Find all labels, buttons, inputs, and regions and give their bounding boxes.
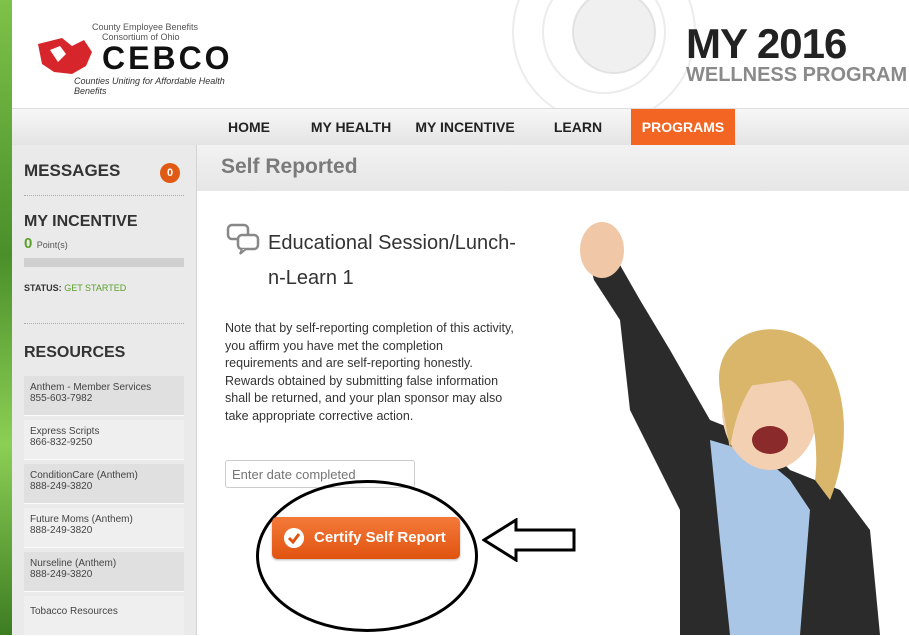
- nav-programs[interactable]: PROGRAMS: [631, 109, 735, 145]
- messages-count-badge[interactable]: 0: [160, 163, 180, 183]
- resource-item[interactable]: Tobacco Resources: [24, 596, 184, 636]
- resource-name: Future Moms (Anthem): [30, 514, 133, 525]
- nav-home[interactable]: HOME: [214, 109, 284, 145]
- resource-item[interactable]: Nurseline (Anthem) 888-249-3820: [24, 552, 184, 592]
- resource-phone: 888-249-3820: [30, 481, 93, 492]
- resource-item[interactable]: Express Scripts 866-832-9250: [24, 420, 184, 460]
- divider: [24, 323, 184, 324]
- sidebar: MESSAGES 0 MY INCENTIVE 0 Point(s) STATU…: [12, 145, 197, 636]
- resource-phone: 888-249-3820: [30, 525, 93, 536]
- incentive-progress-bar: [24, 258, 184, 267]
- incentive-section: MY INCENTIVE 0 Point(s) STATUS: GET STAR…: [24, 213, 184, 293]
- resource-name: Nurseline (Anthem): [30, 558, 117, 569]
- resources-title: RESOURCES: [24, 344, 126, 361]
- logo-wordmark: CEBCO: [102, 40, 233, 76]
- activity-title: Educational Session/Lunch-n-Learn 1: [268, 232, 516, 289]
- points-label: Point(s): [36, 240, 68, 250]
- section-title: Self Reported: [221, 155, 358, 178]
- resource-item[interactable]: Anthem - Member Services 855-603-7982: [24, 376, 184, 416]
- status-value[interactable]: GET STARTED: [64, 283, 126, 293]
- nav-my-health[interactable]: MY HEALTH: [308, 109, 394, 145]
- divider: [24, 195, 184, 196]
- celebrating-woman-photo: [580, 222, 880, 635]
- self-report-disclaimer: Note that by self-reporting completion o…: [225, 321, 514, 423]
- org-line-1: County Employee Benefits: [92, 22, 199, 32]
- section-header: Self Reported: [197, 145, 909, 191]
- resources-section: RESOURCES: [24, 344, 184, 362]
- resource-phone: 855-603-7982: [30, 393, 93, 404]
- main-nav: HOME MY HEALTH MY INCENTIVE LEARN PROGRA…: [12, 108, 909, 146]
- nav-learn[interactable]: LEARN: [546, 109, 610, 145]
- chat-bubbles-icon: [226, 223, 260, 255]
- resource-phone: 888-249-3820: [30, 569, 93, 580]
- logo-tagline: Counties Uniting for Affordable Health B…: [74, 76, 225, 96]
- checkmark-icon: [284, 528, 304, 548]
- resource-name: Express Scripts: [30, 426, 100, 437]
- cebco-logo[interactable]: County Employee Benefits Consortium of O…: [32, 22, 252, 96]
- status-label: STATUS:: [24, 283, 62, 293]
- program-year: MY 2016: [686, 20, 847, 67]
- program-name: WELLNESS PROGRAM: [686, 64, 908, 86]
- incentive-title: MY INCENTIVE: [24, 213, 138, 230]
- resource-item[interactable]: ConditionCare (Anthem) 888-249-3820: [24, 464, 184, 504]
- site-header: County Employee Benefits Consortium of O…: [12, 0, 909, 108]
- resource-phone: 866-832-9250: [30, 437, 93, 448]
- resource-name: Tobacco Resources: [30, 606, 118, 617]
- certify-button-label: Certify Self Report: [314, 529, 446, 546]
- nav-my-incentive[interactable]: MY INCENTIVE: [410, 109, 520, 145]
- points-value: 0: [24, 235, 33, 252]
- resource-item[interactable]: Future Moms (Anthem) 888-249-3820: [24, 508, 184, 548]
- certify-self-report-button[interactable]: Certify Self Report: [272, 517, 460, 559]
- left-edge-stripe: [0, 0, 12, 635]
- resource-name: Anthem - Member Services: [30, 382, 152, 393]
- ohio-map-icon: [38, 38, 92, 74]
- resource-name: ConditionCare (Anthem): [30, 470, 138, 481]
